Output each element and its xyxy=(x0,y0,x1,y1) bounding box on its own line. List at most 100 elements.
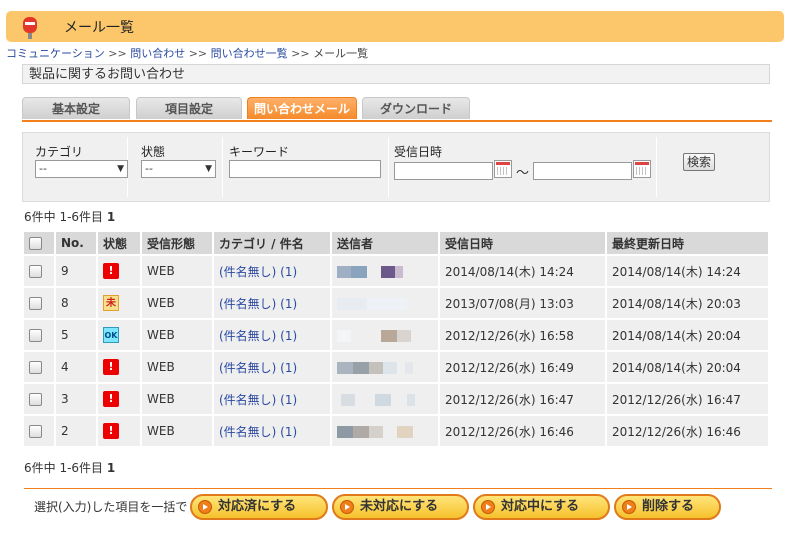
play-circle-icon xyxy=(481,500,495,514)
breadcrumb-separator: >> xyxy=(291,47,310,60)
row-updated-at: 2012/12/26(水) 16:46 xyxy=(607,416,770,446)
row-status-cell: ! xyxy=(98,416,142,446)
row-sender xyxy=(332,320,440,350)
row-subject-link[interactable]: (件名無し) (1) xyxy=(219,361,297,375)
row-subject-cell: (件名無し) (1) xyxy=(214,384,332,414)
mail-table: No. 状態 受信形態 カテゴリ / 件名 送信者 受信日時 最終更新日時 9 … xyxy=(24,230,770,448)
breadcrumb-separator: >> xyxy=(188,47,208,60)
delete-button[interactable]: 削除する xyxy=(614,494,721,520)
table-row[interactable]: 3 ! WEB (件名無し) (1) 2012/12/26(水) 16:47 2… xyxy=(24,384,770,414)
tab-inquiry-mail[interactable]: 問い合わせメール xyxy=(247,97,357,119)
breadcrumb-inquiry-list[interactable]: 問い合わせ一覧 xyxy=(211,47,288,60)
redacted-sender-block xyxy=(397,362,405,374)
row-select-cell[interactable] xyxy=(24,352,56,382)
table-row[interactable]: 4 ! WEB (件名無し) (1) 2012/12/26(水) 16:49 2… xyxy=(24,352,770,382)
table-row[interactable]: 8 未 WEB (件名無し) (1) 2013/07/08(月) 13:03 2… xyxy=(24,288,770,318)
play-circle-icon xyxy=(198,500,212,514)
result-count-top: 6件中 1-6件目 1 xyxy=(24,208,115,225)
date-from-input[interactable] xyxy=(394,162,493,180)
row-subject-link[interactable]: (件名無し) (1) xyxy=(219,265,297,279)
table-header-row: No. 状態 受信形態 カテゴリ / 件名 送信者 受信日時 最終更新日時 xyxy=(24,232,770,254)
row-subject-link[interactable]: (件名無し) (1) xyxy=(219,297,297,311)
row-subject-link[interactable]: (件名無し) (1) xyxy=(219,425,297,439)
row-checkbox[interactable] xyxy=(29,361,42,374)
status-select[interactable]: -- ▼ xyxy=(141,160,216,178)
redacted-sender-block xyxy=(405,361,413,374)
calendar-icon[interactable] xyxy=(494,160,512,178)
keyword-input[interactable] xyxy=(229,160,381,178)
row-sender xyxy=(332,288,440,318)
row-updated-at: 2014/08/14(木) 20:03 xyxy=(607,288,770,318)
redacted-sender-block xyxy=(407,393,415,406)
page-header: メール一覧 xyxy=(6,11,784,42)
category-select[interactable]: -- ▼ xyxy=(35,160,128,178)
row-checkbox[interactable] xyxy=(29,425,42,438)
row-checkbox[interactable] xyxy=(29,265,42,278)
row-select-cell[interactable] xyxy=(24,288,56,318)
breadcrumb-inquiry[interactable]: 問い合わせ xyxy=(130,47,185,60)
table-row[interactable]: 2 ! WEB (件名無し) (1) 2012/12/26(水) 16:46 2… xyxy=(24,416,770,446)
mailbox-icon xyxy=(23,17,37,39)
row-status-cell: ! xyxy=(98,384,142,414)
row-received-type: WEB xyxy=(142,384,214,414)
header-status: 状態 xyxy=(98,232,142,254)
row-subject-cell: (件名無し) (1) xyxy=(214,288,332,318)
status-new-icon: ! xyxy=(103,423,119,439)
row-select-cell[interactable] xyxy=(24,320,56,350)
mark-in-progress-label: 対応中にする xyxy=(501,499,580,514)
tab-download[interactable]: ダウンロード xyxy=(362,97,470,119)
tab-item-settings[interactable]: 項目設定 xyxy=(136,97,242,119)
play-circle-icon xyxy=(622,500,636,514)
row-subject-cell: (件名無し) (1) xyxy=(214,256,332,286)
row-select-cell[interactable] xyxy=(24,416,56,446)
calendar-icon[interactable] xyxy=(633,160,651,178)
dropdown-arrow-icon: ▼ xyxy=(117,164,124,174)
status-new-icon: ! xyxy=(103,263,119,279)
received-date-label: 受信日時 xyxy=(394,145,443,159)
redacted-sender-block xyxy=(337,361,353,374)
row-select-cell[interactable] xyxy=(24,256,56,286)
redacted-sender-block xyxy=(351,330,381,342)
row-checkbox[interactable] xyxy=(29,393,42,406)
row-subject-link[interactable]: (件名無し) (1) xyxy=(219,329,297,343)
row-no: 3 xyxy=(56,384,98,414)
search-filter-panel: カテゴリ -- ▼ 状態 -- ▼ キーワード 受信日時 ～ 検索 xyxy=(22,132,770,202)
play-circle-icon xyxy=(340,500,354,514)
status-selected-value: -- xyxy=(145,162,153,175)
redacted-sender-block xyxy=(369,361,383,374)
row-updated-at: 2014/08/14(木) 20:04 xyxy=(607,320,770,350)
header-select-all[interactable] xyxy=(24,232,56,254)
redacted-sender-block xyxy=(397,329,411,342)
tab-basic-settings[interactable]: 基本設定 xyxy=(22,97,130,119)
date-to-input[interactable] xyxy=(533,162,632,180)
redacted-sender-block xyxy=(369,425,383,438)
row-subject-link[interactable]: (件名無し) (1) xyxy=(219,393,297,407)
row-received-at: 2012/12/26(水) 16:58 xyxy=(440,320,607,350)
redacted-sender-block xyxy=(367,297,407,310)
redacted-sender-block xyxy=(337,297,367,310)
tab-underline xyxy=(22,120,772,122)
row-checkbox[interactable] xyxy=(29,329,42,342)
row-received-type: WEB xyxy=(142,352,214,382)
row-received-at: 2012/12/26(水) 16:47 xyxy=(440,384,607,414)
header-sender: 送信者 xyxy=(332,232,440,254)
mark-in-progress-button[interactable]: 対応中にする xyxy=(473,494,610,520)
table-row[interactable]: 5 OK WEB (件名無し) (1) 2012/12/26(水) 16:58 … xyxy=(24,320,770,350)
search-button[interactable]: 検索 xyxy=(683,153,716,171)
header-received-type: 受信形態 xyxy=(142,232,214,254)
row-updated-at: 2012/12/26(水) 16:47 xyxy=(607,384,770,414)
row-updated-at: 2014/08/14(木) 14:24 xyxy=(607,256,770,286)
row-select-cell[interactable] xyxy=(24,384,56,414)
filter-divider xyxy=(656,137,657,197)
header-no: No. xyxy=(56,232,98,254)
breadcrumb-communication[interactable]: コミュニケーション xyxy=(6,47,105,60)
mark-pending-button[interactable]: 未対応にする xyxy=(332,494,469,520)
table-row[interactable]: 9 ! WEB (件名無し) (1) 2014/08/14(木) 14:24 2… xyxy=(24,256,770,286)
redacted-sender-block xyxy=(353,361,369,374)
page-number[interactable]: 1 xyxy=(107,461,115,475)
select-all-checkbox[interactable] xyxy=(29,237,42,250)
mark-done-button[interactable]: 対応済にする xyxy=(190,494,328,520)
page-number[interactable]: 1 xyxy=(107,210,115,224)
row-checkbox[interactable] xyxy=(29,297,42,310)
redacted-sender-block xyxy=(341,393,355,406)
